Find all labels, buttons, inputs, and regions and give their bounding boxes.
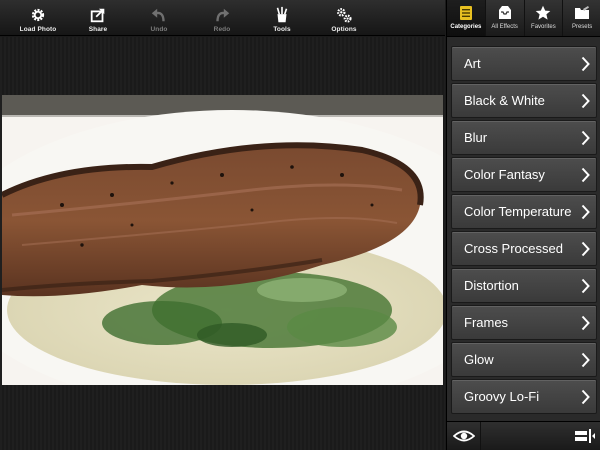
inbox-icon [498,6,511,19]
compare-icon[interactable] [575,429,595,443]
tab-all-effects[interactable]: All Effects [486,0,525,36]
redo-label: Redo [213,26,231,33]
category-item-black-white[interactable]: Black & White [451,83,597,118]
chevron-right-icon [581,93,590,108]
share-icon [90,8,105,23]
chevron-right-icon [581,241,590,256]
tab-presets[interactable]: Presets [563,0,600,36]
photo-canvas-area [0,37,445,450]
category-label: Distortion [464,278,519,293]
category-label: Black & White [464,93,545,108]
load-photo-button[interactable]: Load Photo [6,0,70,36]
category-item-cross-processed[interactable]: Cross Processed [451,231,597,266]
chevron-right-icon [581,204,590,219]
panel-bottom-bar [447,421,600,450]
category-item-distortion[interactable]: Distortion [451,268,597,303]
folder-icon [575,6,590,19]
chevron-right-icon [581,315,590,330]
tools-icon [276,6,288,23]
tab-presets-label: Presets [571,24,593,30]
undo-button[interactable]: Undo [127,0,191,36]
steak-photo-image [2,95,443,385]
tab-categories-label: Categories [450,24,482,30]
category-item-glow[interactable]: Glow [451,342,597,377]
category-item-blur[interactable]: Blur [451,120,597,155]
tab-favorites-label: Favorites [531,24,556,30]
tab-categories[interactable]: Categories [447,0,486,36]
share-button[interactable]: Share [66,0,130,36]
chevron-right-icon [581,130,590,145]
categories-icon [459,6,472,20]
tools-label: Tools [273,26,291,33]
top-toolbar: Load Photo Share Undo Redo Tools Options [0,0,445,36]
category-item-frames[interactable]: Frames [451,305,597,340]
options-button[interactable]: Options [312,0,376,36]
chevron-right-icon [581,56,590,71]
chevron-right-icon [581,167,590,182]
undo-label: Undo [150,26,168,33]
redo-button[interactable]: Redo [190,0,254,36]
category-item-color-temperature[interactable]: Color Temperature [451,194,597,229]
tab-all-effects-label: All Effects [491,24,518,30]
category-item-color-fantasy[interactable]: Color Fantasy [451,157,597,192]
category-item-art[interactable]: Art [451,46,597,81]
eye-icon[interactable] [453,428,475,444]
undo-icon [151,8,165,22]
tools-button[interactable]: Tools [250,0,314,36]
effects-panel: Categories All Effects Favorites Presets… [446,0,600,450]
gear-icon [31,8,45,22]
load-photo-label: Load Photo [19,26,57,33]
options-icon [337,8,352,23]
chevron-right-icon [581,352,590,367]
category-label: Glow [464,352,494,367]
redo-icon [216,8,230,22]
category-label: Art [464,56,481,71]
photo-preview[interactable] [2,95,443,385]
tab-favorites[interactable]: Favorites [525,0,564,36]
share-label: Share [88,26,108,33]
category-item-groovy-lo-fi[interactable]: Groovy Lo-Fi [451,379,597,414]
category-label: Color Temperature [464,204,572,219]
options-label: Options [331,26,357,33]
chevron-right-icon [581,278,590,293]
category-label: Groovy Lo-Fi [464,389,540,404]
category-label: Blur [464,130,488,145]
panel-tabs: Categories All Effects Favorites Presets [447,0,600,37]
category-label: Frames [464,315,509,330]
divider [480,422,481,450]
star-icon [536,5,551,20]
chevron-right-icon [581,389,590,404]
category-list: Art Black & White Blur Color Fantasy Col… [451,46,597,416]
category-label: Cross Processed [464,241,563,256]
category-label: Color Fantasy [464,167,545,182]
